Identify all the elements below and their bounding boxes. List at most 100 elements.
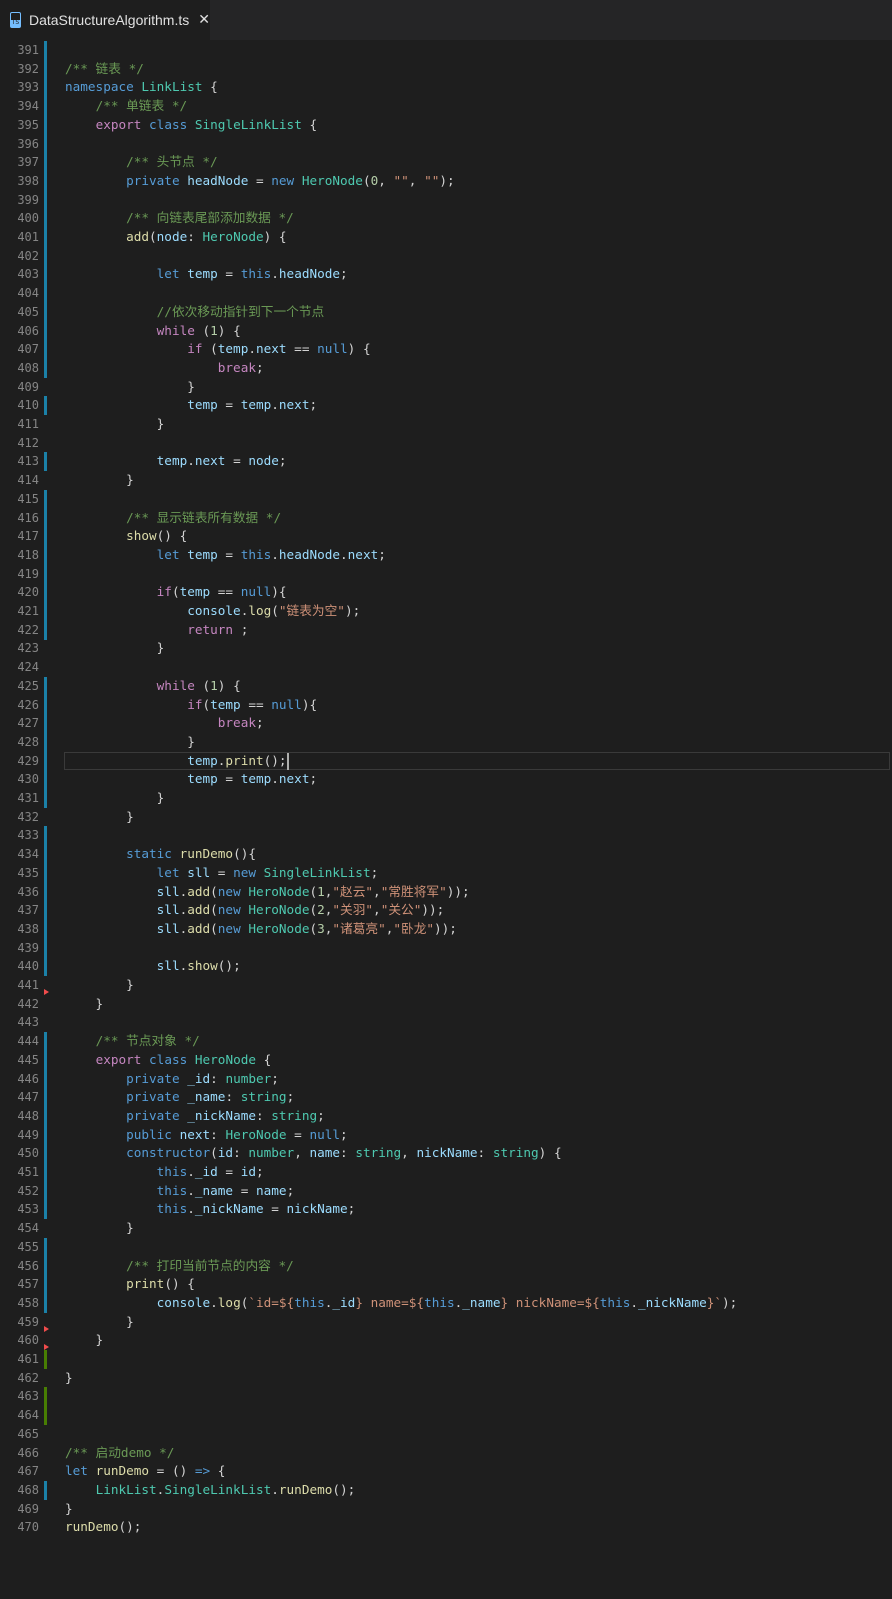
git-gutter-modified-marker[interactable] (44, 396, 47, 416)
code-line[interactable]: 465 (0, 1425, 892, 1444)
code-line[interactable]: 428 } (0, 732, 892, 752)
git-gutter-modified-marker[interactable] (44, 321, 47, 341)
git-gutter-modified-marker[interactable] (44, 751, 47, 771)
git-gutter-modified-marker[interactable] (44, 246, 47, 266)
code-line[interactable]: 401 add(node: HeroNode) { (0, 228, 892, 247)
code-line[interactable]: 455 (0, 1237, 892, 1257)
code-line[interactable]: 397 /** 头节点 */ (0, 153, 892, 173)
git-gutter-modified-marker[interactable] (44, 845, 47, 865)
code-line[interactable]: 446 private _id: number; (0, 1069, 892, 1089)
git-gutter-modified-marker[interactable] (44, 78, 47, 98)
git-gutter-modified-marker[interactable] (44, 1144, 47, 1164)
git-gutter-modified-marker[interactable] (44, 134, 47, 154)
code-line[interactable]: 459 } (0, 1313, 892, 1332)
code-line[interactable]: 454 } (0, 1219, 892, 1238)
git-gutter-modified-marker[interactable] (44, 620, 47, 640)
git-gutter-modified-marker[interactable] (44, 1125, 47, 1145)
git-gutter-modified-marker[interactable] (44, 358, 47, 378)
git-gutter-modified-marker[interactable] (44, 957, 47, 977)
code-line[interactable]: 395 export class SingleLinkList { (0, 115, 892, 135)
code-line[interactable]: 423 } (0, 639, 892, 658)
code-line[interactable]: 418 let temp = this.headNode.next; (0, 545, 892, 565)
code-line[interactable]: 436 sll.add(new HeroNode(1,"赵云","常胜将军"))… (0, 882, 892, 902)
code-line[interactable]: 400 /** 向链表尾部添加数据 */ (0, 209, 892, 229)
code-line[interactable]: 434 static runDemo(){ (0, 845, 892, 865)
code-line[interactable]: 453 this._nickName = nickName; (0, 1200, 892, 1220)
git-gutter-modified-marker[interactable] (44, 1106, 47, 1126)
git-gutter-modified-marker[interactable] (44, 340, 47, 360)
code-line[interactable]: 456 /** 打印当前节点的内容 */ (0, 1256, 892, 1276)
code-line[interactable]: 470 runDemo(); (0, 1518, 892, 1537)
code-line[interactable]: 408 break; (0, 358, 892, 378)
code-line[interactable]: 411 } (0, 415, 892, 434)
code-line[interactable]: 466 /** 启动demo */ (0, 1444, 892, 1463)
git-gutter-modified-marker[interactable] (44, 901, 47, 921)
code-line[interactable]: 433 (0, 826, 892, 846)
git-gutter-modified-marker[interactable] (44, 171, 47, 191)
code-line[interactable]: 399 (0, 190, 892, 210)
code-line[interactable]: 430 temp = temp.next; (0, 770, 892, 790)
code-line[interactable]: 412 (0, 434, 892, 453)
git-gutter-modified-marker[interactable] (44, 1256, 47, 1276)
code-line[interactable]: 440 sll.show(); (0, 957, 892, 977)
git-gutter-modified-marker[interactable] (44, 41, 47, 60)
code-line[interactable]: 393 namespace LinkList { (0, 78, 892, 98)
code-line[interactable]: 398 private headNode = new HeroNode(0, "… (0, 171, 892, 191)
git-gutter-modified-marker[interactable] (44, 826, 47, 846)
code-line[interactable]: 431 } (0, 789, 892, 808)
git-gutter-modified-marker[interactable] (44, 1069, 47, 1089)
code-line[interactable]: 435 let sll = new SingleLinkList; (0, 863, 892, 883)
code-line[interactable]: 443 (0, 1013, 892, 1032)
git-gutter-modified-marker[interactable] (44, 1163, 47, 1182)
git-gutter-modified-marker[interactable] (44, 564, 47, 584)
code-line[interactable]: 404 (0, 284, 892, 304)
git-gutter-modified-marker[interactable] (44, 602, 47, 621)
code-line[interactable]: 409 } (0, 378, 892, 397)
git-gutter-modified-marker[interactable] (44, 115, 47, 135)
code-line[interactable]: 406 while (1) { (0, 321, 892, 341)
code-line[interactable]: 464 (0, 1406, 892, 1426)
code-line[interactable]: 415 (0, 489, 892, 509)
code-line[interactable]: 458 console.log(`id=${this._id} name=${t… (0, 1293, 892, 1313)
git-gutter-modified-marker[interactable] (44, 789, 47, 808)
close-icon[interactable]: ✕ (198, 12, 210, 28)
code-line[interactable]: 414 } (0, 471, 892, 490)
code-line[interactable]: 448 private _nickName: string; (0, 1106, 892, 1126)
code-line[interactable]: 391 (0, 41, 892, 60)
git-gutter-modified-marker[interactable] (44, 714, 47, 734)
git-gutter-modified-marker[interactable] (44, 882, 47, 902)
code-line[interactable]: 462} (0, 1369, 892, 1388)
code-line[interactable]: 461 (0, 1350, 892, 1369)
git-gutter-modified-marker[interactable] (44, 153, 47, 173)
code-line[interactable]: 441 } (0, 976, 892, 995)
git-gutter-modified-marker[interactable] (44, 732, 47, 752)
git-gutter-modified-marker[interactable] (44, 1480, 47, 1500)
tab-datastructurealgorithm[interactable]: TS DataStructureAlgorithm.ts ✕ (0, 0, 210, 40)
code-line[interactable]: 403 let temp = this.headNode; (0, 265, 892, 285)
code-line[interactable]: 468 LinkList.SingleLinkList.runDemo(); (0, 1480, 892, 1500)
code-line[interactable]: 457 print() { (0, 1275, 892, 1295)
code-line[interactable]: 416 /** 显示链表所有数据 */ (0, 508, 892, 528)
git-gutter-modified-marker[interactable] (44, 583, 47, 603)
git-gutter-modified-marker[interactable] (44, 919, 47, 939)
git-gutter-modified-marker[interactable] (44, 1293, 47, 1313)
code-line[interactable]: 429 temp.print(); (0, 751, 892, 771)
git-gutter-modified-marker[interactable] (44, 527, 47, 547)
code-line[interactable]: 392 /** 链表 */ (0, 59, 892, 79)
code-line[interactable]: 447 private _name: string; (0, 1088, 892, 1108)
code-line[interactable]: 469} (0, 1500, 892, 1519)
code-line[interactable]: 460 } (0, 1331, 892, 1351)
code-line[interactable]: 419 (0, 564, 892, 584)
code-line[interactable]: 410 temp = temp.next; (0, 396, 892, 416)
git-gutter-added-marker[interactable] (44, 1350, 47, 1369)
code-line[interactable]: 442 } (0, 995, 892, 1014)
git-gutter-modified-marker[interactable] (44, 228, 47, 247)
git-gutter-modified-marker[interactable] (44, 190, 47, 210)
git-gutter-modified-marker[interactable] (44, 284, 47, 304)
git-gutter-modified-marker[interactable] (44, 1050, 47, 1070)
code-line[interactable]: 424 (0, 658, 892, 677)
git-gutter-modified-marker[interactable] (44, 770, 47, 790)
git-gutter-modified-marker[interactable] (44, 1032, 47, 1052)
git-gutter-modified-marker[interactable] (44, 1088, 47, 1108)
git-gutter-modified-marker[interactable] (44, 676, 47, 696)
